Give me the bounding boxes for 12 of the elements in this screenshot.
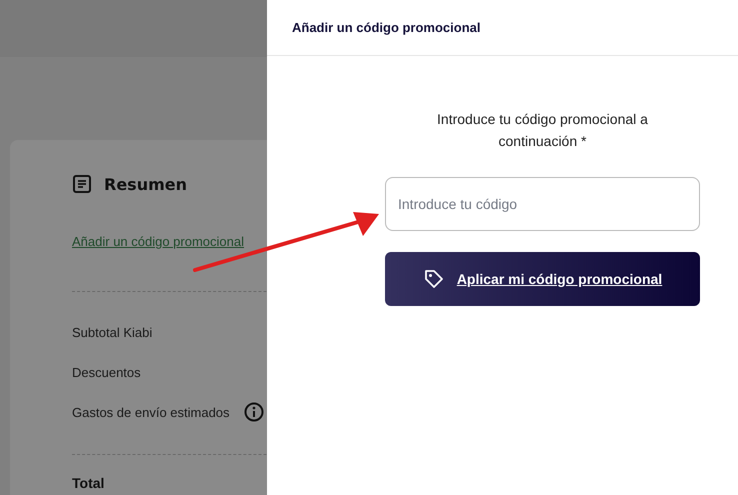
tag-icon — [422, 268, 445, 290]
summary-title: Resumen — [104, 174, 187, 194]
total-label: Total — [72, 475, 106, 491]
document-icon — [72, 174, 92, 194]
instruction-text: Introduce tu código promocional a continuación * — [436, 110, 649, 151]
summary-row-label: Gastos de envío estimados — [72, 404, 230, 420]
apply-promo-button[interactable]: Aplicar mi código promocional — [385, 252, 700, 306]
info-icon[interactable] — [244, 402, 264, 422]
promo-code-field[interactable]: Introduce tu código — [385, 177, 700, 231]
summary-row-label: Descuentos — [72, 364, 141, 380]
summary-row-label: Subtotal Kiabi — [72, 324, 152, 340]
panel-title: Añadir un código promocional — [292, 20, 480, 35]
